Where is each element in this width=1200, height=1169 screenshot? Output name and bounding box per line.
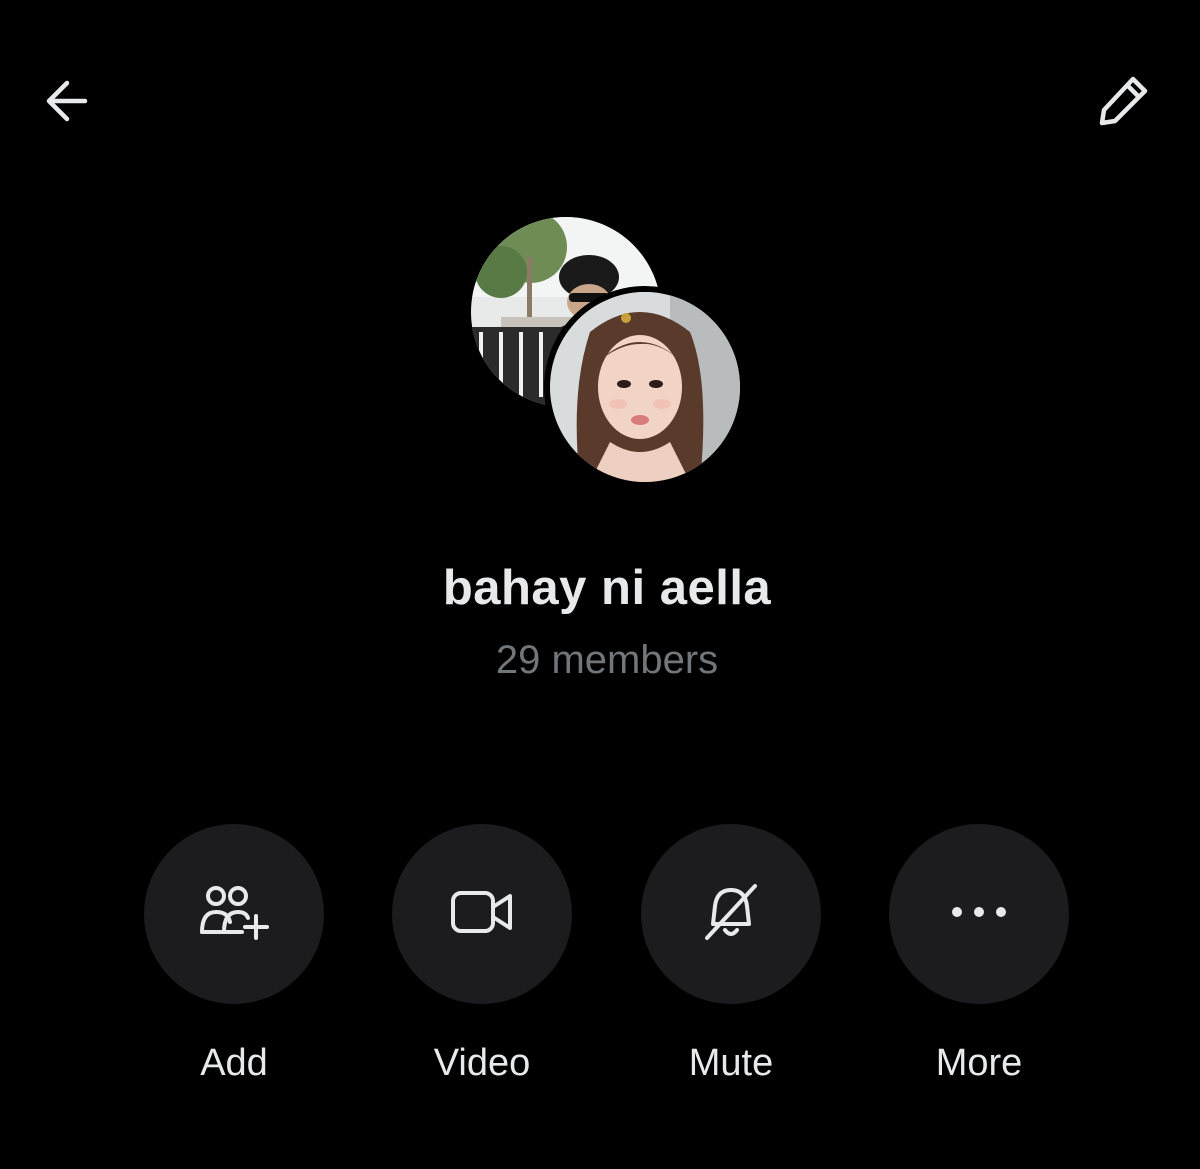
video-camera-icon <box>450 888 514 941</box>
mute-button-circle[interactable] <box>641 824 821 1004</box>
group-avatar <box>468 214 748 494</box>
mute-label: Mute <box>688 1042 774 1084</box>
group-info-screen: bahay ni aella 29 members Add Video Mute… <box>0 0 1200 1169</box>
add-people-icon <box>198 882 270 947</box>
more-button-circle[interactable] <box>889 824 1069 1004</box>
more-label: More <box>935 1042 1023 1084</box>
add-button[interactable]: Add <box>144 824 324 1085</box>
back-button[interactable] <box>32 68 102 138</box>
video-button-circle[interactable] <box>392 824 572 1004</box>
add-button-circle[interactable] <box>144 824 324 1004</box>
arrow-left-icon <box>39 73 95 134</box>
mute-button[interactable]: Mute <box>641 824 821 1085</box>
action-bar: Add Video Mute More <box>0 824 1200 1104</box>
add-label: Add <box>200 1042 268 1084</box>
more-button[interactable]: More <box>889 824 1069 1085</box>
member-avatar-2 <box>544 286 746 488</box>
group-name: bahay ni aella <box>442 561 772 615</box>
more-dots-icon <box>951 904 1007 925</box>
member-count[interactable]: 29 members <box>0 638 1200 683</box>
edit-group-button[interactable] <box>1088 68 1158 138</box>
pencil-icon <box>1093 71 1153 136</box>
video-button[interactable]: Video <box>392 824 572 1085</box>
bell-muted-icon <box>701 882 761 947</box>
video-label: Video <box>433 1042 531 1084</box>
